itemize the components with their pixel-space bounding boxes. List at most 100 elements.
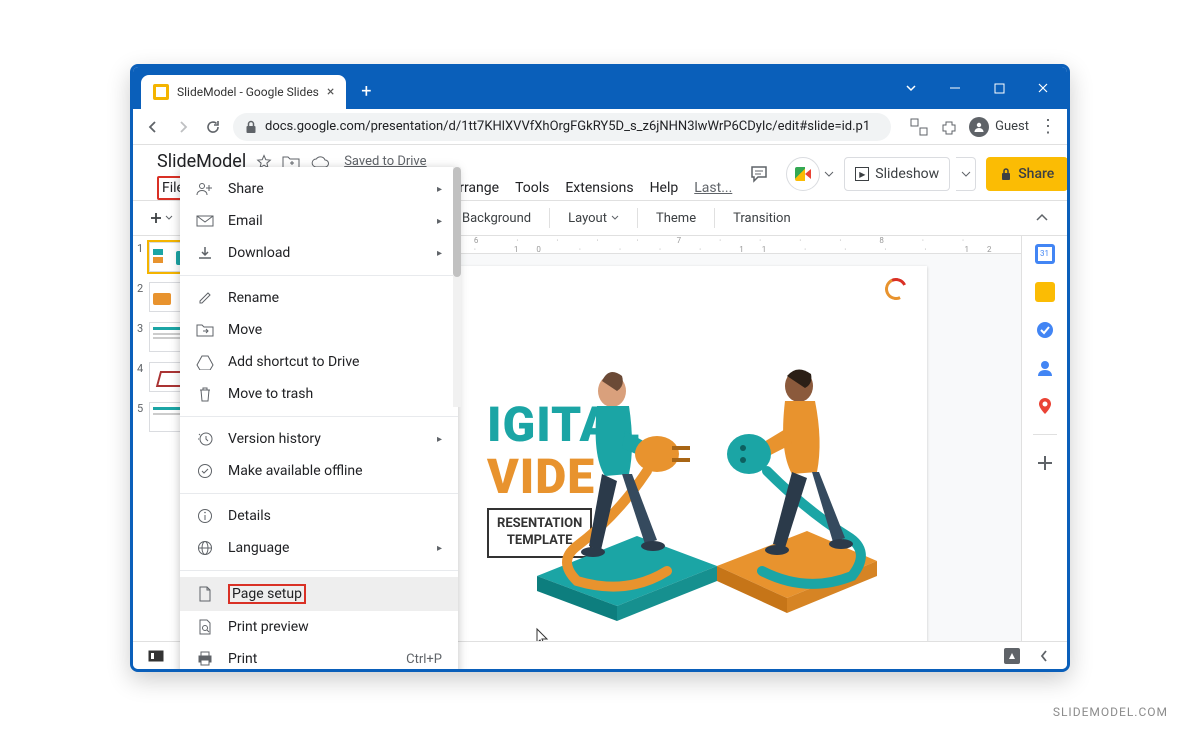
- print-icon: [196, 650, 214, 668]
- new-tab-button[interactable]: +: [352, 77, 380, 105]
- guest-profile[interactable]: Guest: [969, 117, 1029, 137]
- page-setup-label-highlighted: Page setup: [228, 584, 306, 604]
- menu-item-add-shortcut[interactable]: Add shortcut to Drive: [180, 346, 458, 378]
- folder-move-icon: [196, 321, 214, 339]
- comments-icon[interactable]: [742, 157, 776, 191]
- menu-help[interactable]: Help: [650, 176, 679, 200]
- filmstrip-view-icon[interactable]: [145, 645, 167, 667]
- reload-icon[interactable]: [203, 117, 223, 137]
- history-icon: [196, 430, 214, 448]
- rename-icon: [196, 289, 214, 307]
- address-bar: docs.google.com/presentation/d/1tt7KHlXV…: [133, 109, 1067, 145]
- window-controls: [889, 67, 1067, 109]
- forward-icon[interactable]: [173, 117, 193, 137]
- window-minimize-icon[interactable]: [933, 67, 977, 109]
- menu-item-rename[interactable]: Rename: [180, 282, 458, 314]
- meet-dropdown-icon[interactable]: [824, 171, 834, 177]
- email-icon: [196, 212, 214, 230]
- menu-item-email[interactable]: Email ▸: [180, 205, 458, 237]
- menu-last-edit[interactable]: Last...: [694, 176, 732, 200]
- menu-item-trash[interactable]: Move to trash: [180, 378, 458, 410]
- window-dropdown-icon[interactable]: [889, 67, 933, 109]
- slides-favicon-icon: [153, 84, 169, 100]
- menu-tools[interactable]: Tools: [515, 176, 549, 200]
- menu-separator: [180, 493, 458, 494]
- transition-button[interactable]: Transition: [725, 207, 799, 230]
- slide-illustration: [517, 336, 887, 636]
- new-slide-button[interactable]: [143, 207, 179, 229]
- toolbar-separator: [714, 208, 715, 228]
- menu-item-download[interactable]: Download ▸: [180, 237, 458, 269]
- print-preview-icon: [196, 618, 214, 636]
- rail-separator: [1033, 434, 1057, 435]
- person-icon: [969, 117, 989, 137]
- info-icon: [196, 507, 214, 525]
- share-people-icon: [196, 180, 214, 198]
- submenu-arrow-icon: ▸: [437, 543, 442, 554]
- share-button[interactable]: Share: [986, 157, 1068, 191]
- menu-separator: [180, 416, 458, 417]
- menu-item-move[interactable]: Move: [180, 314, 458, 346]
- submenu-arrow-icon: ▸: [437, 434, 442, 445]
- translate-icon[interactable]: [909, 117, 929, 137]
- slideshow-label: Slideshow: [875, 166, 939, 182]
- window-maximize-icon[interactable]: [977, 67, 1021, 109]
- slideshow-dropdown[interactable]: [956, 157, 976, 191]
- extensions-icon[interactable]: [939, 117, 959, 137]
- menu-separator: [180, 570, 458, 571]
- submenu-arrow-icon: ▸: [437, 248, 442, 259]
- guest-label: Guest: [995, 119, 1029, 134]
- meet-icon[interactable]: [786, 157, 820, 191]
- chrome-menu-icon[interactable]: ⋮: [1039, 116, 1057, 137]
- menu-item-offline[interactable]: Make available offline: [180, 455, 458, 487]
- chrome-titlebar: SlideModel - Google Slides × +: [133, 67, 1067, 109]
- drive-shortcut-icon: [196, 353, 214, 371]
- trash-icon: [196, 385, 214, 403]
- add-addon-icon[interactable]: [1035, 453, 1055, 473]
- menu-separator: [180, 275, 458, 276]
- hide-sidepanel-icon[interactable]: [1033, 645, 1055, 667]
- background-button[interactable]: Background: [454, 207, 539, 230]
- lock-icon: [245, 120, 257, 134]
- keep-icon[interactable]: [1035, 282, 1055, 302]
- logo-decoration-icon: [885, 278, 907, 300]
- menu-extensions[interactable]: Extensions: [565, 176, 633, 200]
- offline-icon: [196, 462, 214, 480]
- tasks-icon[interactable]: [1035, 320, 1055, 340]
- play-icon: ▶: [855, 167, 869, 181]
- lock-share-icon: [1000, 167, 1012, 181]
- window-close-icon[interactable]: [1021, 67, 1065, 109]
- menu-item-print[interactable]: Print Ctrl+P: [180, 643, 458, 672]
- toolbar-separator: [549, 208, 550, 228]
- globe-icon: [196, 539, 214, 557]
- file-menu-dropdown: Share ▸ Email ▸ Download ▸ Rename Move A…: [180, 167, 458, 672]
- collapse-toolbar-icon[interactable]: [1027, 213, 1057, 223]
- url-text: docs.google.com/presentation/d/1tt7KHlXV…: [265, 119, 870, 134]
- menu-item-details[interactable]: Details: [180, 500, 458, 532]
- calendar-icon[interactable]: 31: [1035, 244, 1055, 264]
- watermark: SLIDEMODEL.COM: [1053, 705, 1168, 719]
- menu-item-share[interactable]: Share ▸: [180, 173, 458, 205]
- print-shortcut: Ctrl+P: [406, 652, 442, 667]
- explore-icon[interactable]: [1001, 645, 1023, 667]
- toolbar-separator: [637, 208, 638, 228]
- tab-close-icon[interactable]: ×: [327, 84, 334, 100]
- menu-item-page-setup[interactable]: Page setup: [180, 577, 458, 611]
- side-panel: 31: [1021, 236, 1067, 672]
- page-setup-icon: [196, 585, 214, 603]
- browser-window: SlideModel - Google Slides × + docs.goog…: [130, 64, 1070, 672]
- maps-icon[interactable]: [1035, 396, 1055, 416]
- menu-item-version-history[interactable]: Version history ▸: [180, 423, 458, 455]
- menu-item-print-preview[interactable]: Print preview: [180, 611, 458, 643]
- tab-title: SlideModel - Google Slides: [177, 85, 319, 99]
- menu-item-language[interactable]: Language ▸: [180, 532, 458, 564]
- share-label: Share: [1018, 166, 1054, 182]
- submenu-arrow-icon: ▸: [437, 216, 442, 227]
- url-field[interactable]: docs.google.com/presentation/d/1tt7KHlXV…: [233, 113, 891, 141]
- slideshow-button[interactable]: ▶ Slideshow: [844, 157, 950, 191]
- back-icon[interactable]: [143, 117, 163, 137]
- contacts-icon[interactable]: [1035, 358, 1055, 378]
- theme-button[interactable]: Theme: [648, 207, 704, 230]
- browser-tab[interactable]: SlideModel - Google Slides ×: [141, 75, 346, 109]
- layout-button[interactable]: Layout: [560, 207, 627, 230]
